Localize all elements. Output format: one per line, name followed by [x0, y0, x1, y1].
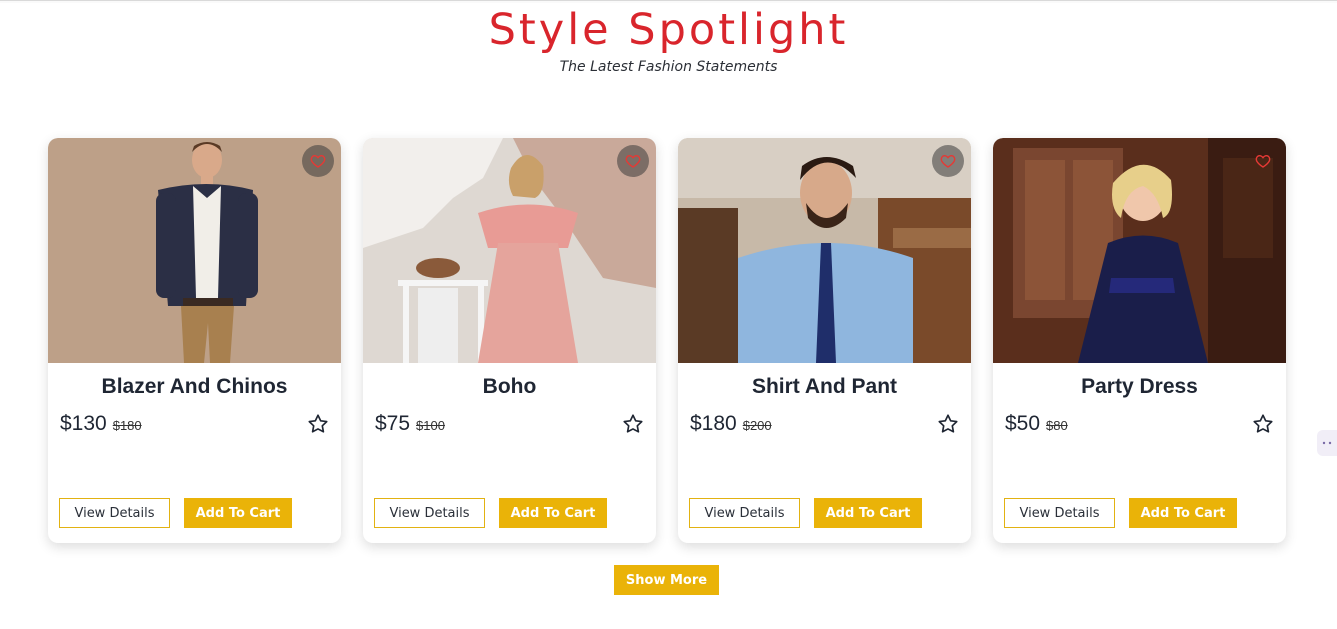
original-price: $80: [1046, 418, 1068, 433]
favorite-button[interactable]: [1247, 145, 1279, 177]
star-icon[interactable]: [622, 413, 644, 435]
add-to-cart-button[interactable]: Add To Cart: [1129, 498, 1237, 528]
price-row: $75 $100: [363, 411, 656, 435]
view-details-button[interactable]: View Details: [59, 498, 170, 528]
card-actions: View Details Add To Cart: [374, 498, 607, 528]
heart-icon: [625, 154, 641, 168]
add-to-cart-button[interactable]: Add To Cart: [184, 498, 292, 528]
product-card: Blazer And Chinos $130 $180 View Details…: [48, 138, 341, 543]
section-header: Style Spotlight The Latest Fashion State…: [0, 6, 1337, 76]
add-to-cart-button[interactable]: Add To Cart: [814, 498, 922, 528]
favorite-button[interactable]: [617, 145, 649, 177]
favorite-button[interactable]: [302, 145, 334, 177]
original-price: $100: [416, 418, 445, 433]
card-actions: View Details Add To Cart: [1004, 498, 1237, 528]
product-name[interactable]: Party Dress: [993, 374, 1286, 400]
show-more-button[interactable]: Show More: [614, 565, 719, 595]
product-name[interactable]: Blazer And Chinos: [48, 374, 341, 400]
view-details-button[interactable]: View Details: [374, 498, 485, 528]
product-price: $75: [375, 412, 411, 435]
product-name[interactable]: Shirt And Pant: [678, 374, 971, 400]
chat-icon: [1322, 441, 1332, 445]
star-icon[interactable]: [1252, 413, 1274, 435]
product-card: Boho $75 $100 View Details Add To Cart: [363, 138, 656, 543]
product-image[interactable]: [48, 138, 341, 363]
heart-icon: [310, 154, 326, 168]
page-title: Style Spotlight: [488, 5, 849, 55]
product-name[interactable]: Boho: [363, 374, 656, 400]
product-image[interactable]: [678, 138, 971, 363]
original-price: $180: [112, 418, 142, 433]
top-border: [0, 0, 1337, 3]
view-details-button[interactable]: View Details: [689, 498, 800, 528]
price-row: $50 $80: [993, 411, 1286, 435]
product-price: $50: [1005, 412, 1041, 435]
star-icon[interactable]: [307, 413, 329, 435]
view-details-button[interactable]: View Details: [1004, 498, 1115, 528]
page-subtitle: The Latest Fashion Statements: [559, 59, 778, 75]
product-card: Shirt And Pant $180 $200 View Details Ad…: [678, 138, 971, 543]
star-icon[interactable]: [937, 413, 959, 435]
add-to-cart-button[interactable]: Add To Cart: [499, 498, 607, 528]
card-actions: View Details Add To Cart: [59, 498, 292, 528]
heart-icon: [1255, 154, 1271, 168]
side-widget-tab[interactable]: [1317, 430, 1337, 456]
heart-icon: [940, 154, 956, 168]
product-image[interactable]: [363, 138, 656, 363]
product-card: Party Dress $50 $80 View Details Add To …: [993, 138, 1286, 543]
price-row: $130 $180: [48, 411, 341, 435]
price-row: $180 $200: [678, 411, 971, 435]
card-actions: View Details Add To Cart: [689, 498, 922, 528]
product-price: $130: [60, 412, 107, 435]
favorite-button[interactable]: [932, 145, 964, 177]
product-grid: Blazer And Chinos $130 $180 View Details…: [48, 138, 1286, 543]
product-image[interactable]: [993, 138, 1286, 363]
product-price: $180: [690, 412, 737, 435]
original-price: $200: [742, 418, 772, 433]
